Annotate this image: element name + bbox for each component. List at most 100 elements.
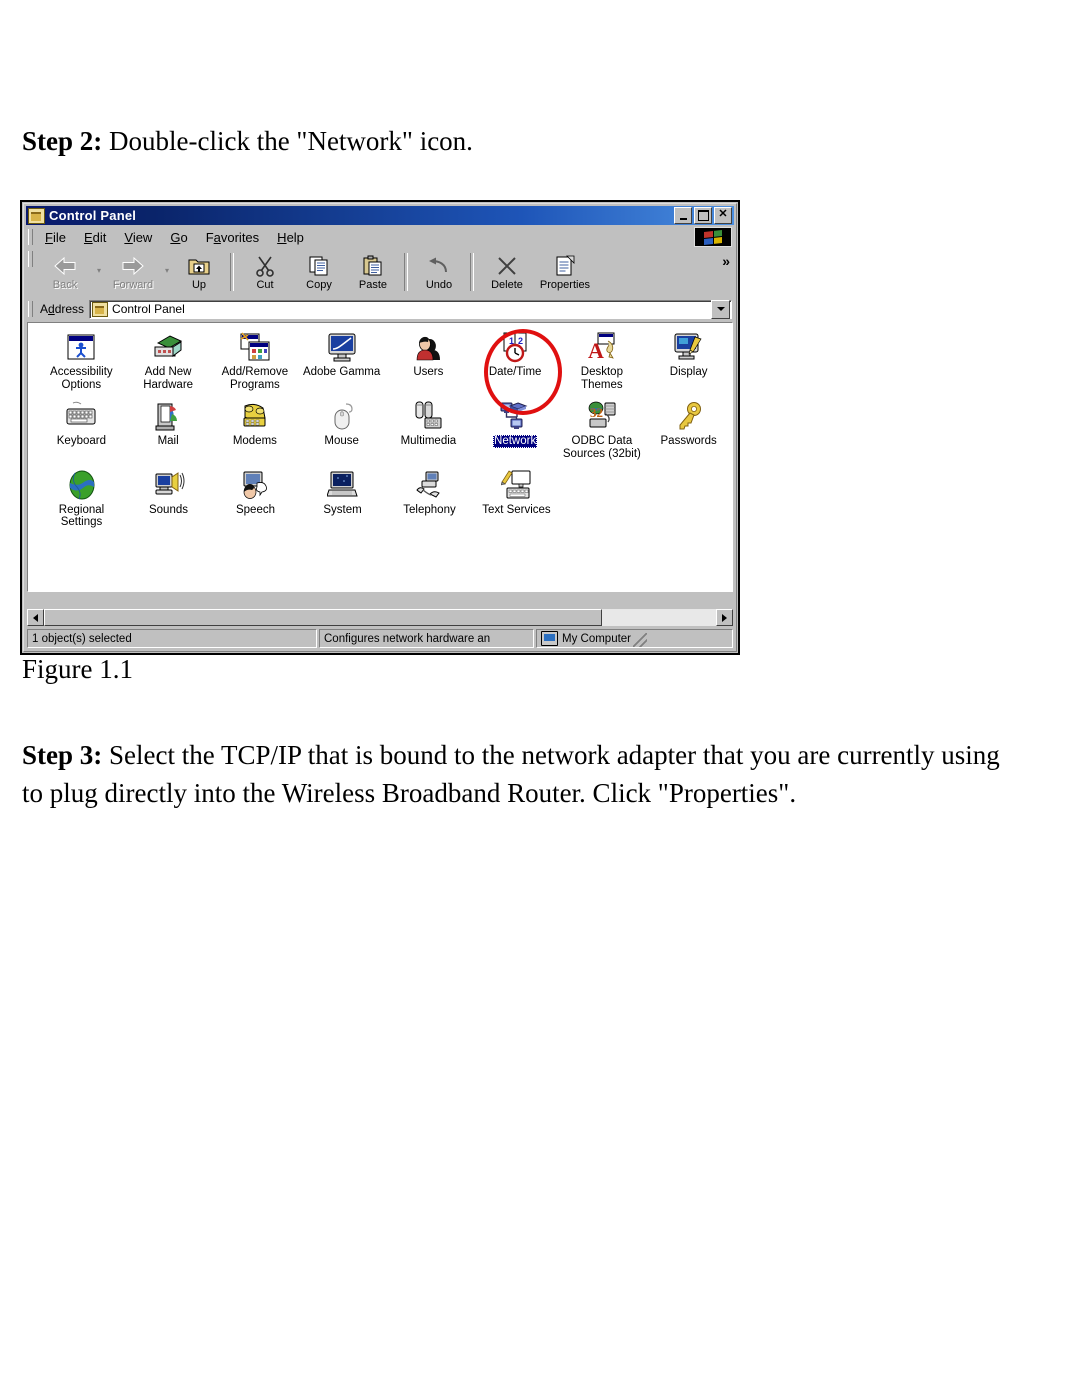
toolbar-grip[interactable] [28,251,33,267]
cp-item-label: Mouse [324,434,359,447]
window-controls: ✕ [674,207,732,224]
cp-item-desktop-themes[interactable]: A Desktop Themes [559,323,646,392]
toolbar-copy-button[interactable]: Copy [292,251,346,291]
icon-row-2: Keyboard Mail Modems Mouse Multimedia Ne… [28,392,732,461]
toolbar-up-button[interactable]: Up [172,251,226,291]
cp-item-keyboard[interactable]: Keyboard [38,392,125,461]
window-title: Control Panel [49,208,137,223]
control-panel-icon-pane[interactable]: Accessibility Options Add New Hardware A… [27,322,733,592]
back-dropdown-caret-icon[interactable]: ▾ [94,266,104,275]
text-services-icon [500,469,533,501]
cp-item-date-time[interactable]: 1 2 Date/Time [472,323,559,392]
toolbar-separator-2 [404,253,408,291]
addressbar-grip[interactable] [28,301,33,317]
toolbar-back-button[interactable]: Back [36,251,94,291]
control-panel-folder-icon [28,207,45,224]
cp-item-text-services[interactable]: Text Services [473,461,560,530]
modem-icon [239,400,271,432]
menu-view[interactable]: View [115,228,161,247]
toolbar-undo-button[interactable]: Undo [412,251,466,291]
cp-item-modems[interactable]: Modems [212,392,299,461]
step-3-label: Step 3: [22,740,103,770]
windows-flag-glyph [704,229,722,245]
icon-row-1: Accessibility Options Add New Hardware A… [28,323,732,392]
control-panel-window[interactable]: Control Panel ✕ File Edit View Go Favori… [20,200,740,655]
svg-text:A: A [588,338,604,363]
menu-go[interactable]: Go [161,228,196,247]
menubar-grip[interactable] [28,229,33,245]
forward-arrow-icon [120,254,146,278]
cp-item-label: Add New Hardware [143,366,194,391]
step-2-text: Double-click the "Network" icon. [102,126,473,156]
address-input[interactable]: Control Panel [89,299,732,319]
cp-item-accessibility-options[interactable]: Accessibility Options [38,323,125,392]
cp-item-add-new-hardware[interactable]: Add New Hardware [125,323,212,392]
cp-item-label: Date/Time [488,366,542,378]
cp-item-odbc-data-sources[interactable]: 32 ODBC Data Sources (32bit) [559,392,646,461]
toolbar-overflow-chevron-icon[interactable]: » [722,251,730,269]
cp-item-telephony[interactable]: Telephony [386,461,473,530]
cp-item-users[interactable]: Users [385,323,472,392]
cp-item-passwords[interactable]: Passwords [645,392,732,461]
toolbar-separator-3 [470,253,474,291]
cp-item-label: Multimedia [400,434,457,447]
toolbar-back-label: Back [52,279,78,291]
cp-item-label: Regional Settings [58,503,105,529]
toolbar-cut-button[interactable]: Cut [238,251,292,291]
speech-icon [240,469,272,501]
resize-grip-icon[interactable] [633,633,648,647]
menu-favorites[interactable]: Favorites [197,228,268,247]
address-dropdown-button[interactable] [711,299,730,319]
toolbar-properties-button[interactable]: Properties [536,251,594,291]
scissors-icon [254,254,276,278]
forward-dropdown-caret-icon[interactable]: ▾ [162,266,172,275]
cp-item-add-remove-programs[interactable]: Add/Remove Programs [212,323,299,392]
cp-item-label: Display [669,366,708,378]
window-titlebar[interactable]: Control Panel ✕ [26,206,734,225]
users-icon [412,331,444,363]
scroll-left-button[interactable] [27,609,44,626]
close-button[interactable]: ✕ [714,207,732,224]
maximize-button[interactable] [694,207,712,224]
scrollbar-track[interactable] [44,609,716,626]
x-delete-icon [496,254,518,278]
menu-file[interactable]: File [36,228,75,247]
status-selection: 1 object(s) selected [27,629,317,648]
minimize-icon [679,217,687,220]
horizontal-scrollbar[interactable] [27,609,733,626]
add-remove-programs-icon [239,331,271,363]
menu-edit[interactable]: Edit [75,228,115,247]
copy-pages-icon [308,254,330,278]
cp-item-system[interactable]: System [299,461,386,530]
cp-item-mouse[interactable]: Mouse [298,392,385,461]
minimize-button[interactable] [674,207,692,224]
cp-item-label: Sounds [148,503,188,516]
window-statusbar: 1 object(s) selected Configures network … [27,629,733,648]
telephony-icon [414,469,446,501]
cp-item-label: Users [413,366,444,378]
scroll-right-button[interactable] [716,609,733,626]
step-2-instruction: Step 2: Double-click the "Network" icon. [22,122,1022,160]
cp-item-multimedia[interactable]: Multimedia [385,392,472,461]
scrollbar-thumb[interactable] [44,609,602,626]
status-zone: My Computer [536,629,733,648]
address-value: Control Panel [112,302,185,316]
toolbar-undo-label: Undo [425,279,453,291]
cp-item-sounds[interactable]: Sounds [125,461,212,530]
cp-item-mail[interactable]: Mail [125,392,212,461]
toolbar-delete-label: Delete [491,279,523,291]
cp-item-adobe-gamma[interactable]: Adobe Gamma [298,323,385,392]
cp-item-label-selected: Network [493,434,538,448]
accessibility-icon [65,331,97,363]
toolbar-delete-button[interactable]: Delete [478,251,536,291]
menu-help[interactable]: Help [268,228,313,247]
toolbar-forward-button[interactable]: Forward [104,251,162,291]
cp-item-network[interactable]: Network [472,392,559,461]
properties-sheet-icon [554,254,576,278]
cp-item-display[interactable]: Display [645,323,732,392]
toolbar-paste-button[interactable]: Paste [346,251,400,291]
cp-item-regional-settings[interactable]: Regional Settings [38,461,125,530]
cp-item-speech[interactable]: Speech [212,461,299,530]
cp-item-label: Keyboard [56,434,106,447]
toolbar-forward-label: Forward [112,279,154,291]
